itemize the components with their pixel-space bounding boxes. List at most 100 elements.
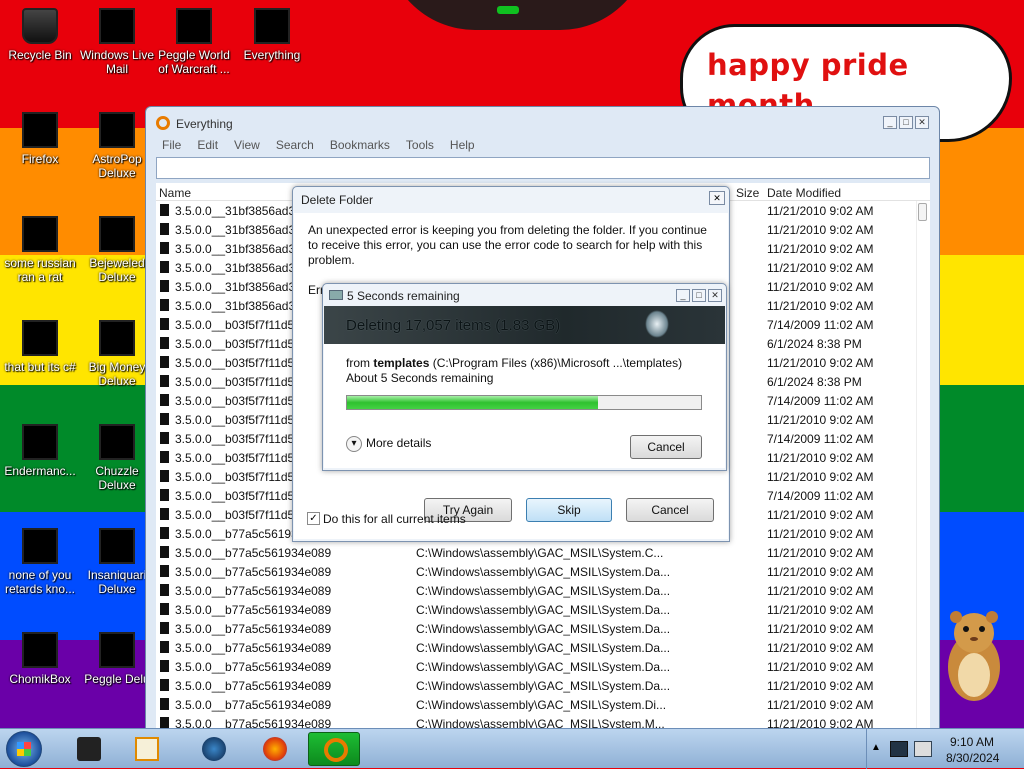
table-row[interactable]: 3.5.0.0__b77a5c561934e089 C:\Windows\asse… [156,543,930,562]
source-folder-name: templates [373,356,430,370]
menu-search[interactable]: Search [268,137,322,153]
table-row[interactable]: 3.5.0.0__b77a5c561934e089 C:\Windows\asse… [156,562,930,581]
wallpaper-light [497,6,519,14]
table-row[interactable]: 3.5.0.0__b77a5c561934e089 C:\Windows\asse… [156,657,930,676]
row-date: 11/21/2010 9:02 AM [767,299,874,313]
desktop-icon-label: Peggle World of Warcraft ... [158,48,230,76]
menu-help[interactable]: Help [442,137,483,153]
window-title: Everything [176,117,233,131]
menu-view[interactable]: View [226,137,268,153]
more-details-label: More details [366,436,432,451]
menu-file[interactable]: File [154,137,189,153]
column-header-size[interactable]: Size [736,186,759,200]
taskbar-app-globe[interactable] [187,732,239,766]
everything-icon [254,8,290,44]
hamster-image [948,611,1000,701]
row-date: 6/1/2024 8:38 PM [767,375,862,389]
apply-all-checkbox[interactable]: ✓ [307,512,320,525]
close-button[interactable]: ✕ [915,116,929,129]
desktop-icon-endermanc[interactable]: Endermanc... [0,424,80,478]
progress-body: from templates (C:\Program Files (x86)\M… [324,344,725,468]
minimize-button[interactable]: _ [883,116,897,129]
network-icon[interactable] [890,741,908,757]
desktop-icon-none-of-you[interactable]: none of you retards kno... [0,528,80,596]
table-row[interactable]: 3.5.0.0__b77a5c561934e089 C:\Windows\asse… [156,676,930,695]
firefox-icon [263,737,287,761]
desktop-icon-peggle-wow[interactable]: Peggle World of Warcraft ... [154,8,234,76]
desktop-icon-windows-live-mail[interactable]: Windows Live Mail [77,8,157,76]
row-date: 11/21/2010 9:02 AM [767,280,874,294]
row-path: C:\Windows\assembly\GAC_MSIL\System.Da..… [416,622,671,636]
dialog-close-button[interactable]: ✕ [709,191,725,205]
minimize-button[interactable]: _ [676,289,690,302]
row-name: 3.5.0.0__b77a5c561934 [175,527,305,541]
maximize-button[interactable]: □ [692,289,706,302]
apply-all-label[interactable]: Do this for all current items [323,512,466,526]
row-name: 3.5.0.0__b03f5f7f11d50 [175,337,301,351]
scrollbar-thumb[interactable] [918,203,927,221]
desktop-icon-recycle-bin[interactable]: Recycle Bin [0,8,80,62]
file-icon [160,641,169,653]
everything-icon [324,738,348,762]
desktop-icon-that-but-csharp[interactable]: that but its c# [0,320,80,374]
action-center-icon[interactable] [914,741,932,757]
desktop-icon-firefox[interactable]: Firefox [0,112,80,166]
copy-progress-icon [329,290,343,300]
progress-cancel-button[interactable]: Cancel [630,435,702,459]
maximize-button[interactable]: □ [899,116,913,129]
desktop-icon-label: that but its c# [4,360,76,374]
row-date: 11/21/2010 9:02 AM [767,603,874,617]
menu-edit[interactable]: Edit [189,137,226,153]
show-hidden-icons-icon[interactable]: ▲ [871,742,881,753]
clock-date[interactable]: 8/30/2024 [946,751,999,765]
row-date: 11/21/2010 9:02 AM [767,546,874,560]
table-row[interactable]: 3.5.0.0__b77a5c561934e089 C:\Windows\asse… [156,619,930,638]
row-date: 11/21/2010 9:02 AM [767,470,874,484]
row-date: 7/14/2009 11:02 AM [767,318,874,332]
search-input[interactable] [156,157,930,179]
row-name: 3.5.0.0__b77a5c561934e089 [175,622,332,636]
peggle-icon [176,8,212,44]
start-button[interactable] [6,731,42,767]
column-header-name[interactable]: Name [159,186,191,200]
row-date: 11/21/2010 9:02 AM [767,660,874,674]
clock-time[interactable]: 9:10 AM [950,735,994,749]
row-path: C:\Windows\assembly\GAC_MSIL\System.Da..… [416,584,671,598]
cancel-button[interactable]: Cancel [626,498,714,522]
chevron-down-icon: ▾ [346,436,362,452]
menu-bookmarks[interactable]: Bookmarks [322,137,398,153]
menu-bar: File Edit View Search Bookmarks Tools He… [154,137,483,153]
close-button[interactable]: ✕ [708,289,722,302]
skip-button[interactable]: Skip [526,498,612,522]
taskbar-app-media[interactable] [120,732,172,766]
table-row[interactable]: 3.5.0.0__b77a5c561934e089 C:\Windows\asse… [156,638,930,657]
desktop-icon-label: Recycle Bin [8,48,72,62]
row-name: 3.5.0.0__b03f5f7f11d50 [175,356,301,370]
taskbar-app-everything[interactable] [308,732,360,766]
desktop-icon-label: Windows Live Mail [79,48,155,76]
progress-dialog: 5 Seconds remaining _ □ ✕ Deleting 17,05… [322,283,727,471]
file-icon [160,603,169,615]
more-details-toggle[interactable]: ▾ More details [346,436,431,452]
table-row[interactable]: 3.5.0.0__b77a5c561934e089 C:\Windows\asse… [156,581,930,600]
time-remaining: About 5 Seconds remaining [346,371,494,385]
row-name: 3.5.0.0__b77a5c561934e089 [175,641,332,655]
desktop-icon-russian-rat[interactable]: some russian ran a rat [0,216,80,284]
menu-tools[interactable]: Tools [398,137,442,153]
title-bar[interactable]: Everything _ □ ✕ [146,107,939,137]
file-icon [160,242,169,254]
taskbar-app-recycle[interactable] [62,732,114,766]
file-icon [160,356,169,368]
table-row[interactable]: 3.5.0.0__b77a5c561934e089 C:\Windows\asse… [156,695,930,714]
desktop-icon-everything[interactable]: Everything [232,8,312,62]
taskbar-app-firefox[interactable] [248,732,300,766]
mail-icon [99,8,135,44]
bejeweled-icon [99,216,135,252]
row-date: 11/21/2010 9:02 AM [767,584,874,598]
table-row[interactable]: 3.5.0.0__b77a5c561934e089 C:\Windows\asse… [156,600,930,619]
file-icon [160,660,169,672]
desktop-icon-chomikbox[interactable]: ChomikBox [0,632,80,686]
vertical-scrollbar[interactable] [916,201,928,737]
file-icon [160,489,169,501]
column-header-date[interactable]: Date Modified [767,186,841,200]
